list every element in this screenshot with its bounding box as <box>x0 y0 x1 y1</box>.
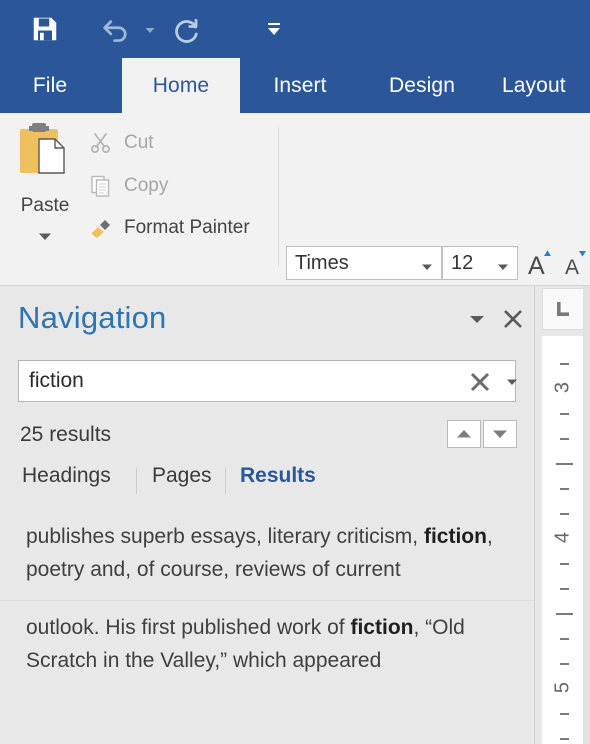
navigation-tab-strip: Headings Pages Results <box>0 464 534 504</box>
tab-separator <box>225 468 226 494</box>
grow-font-icon[interactable]: A <box>524 247 554 280</box>
page-title: Navigation <box>18 300 167 335</box>
vertical-ruler-column: 3 4 5 <box>535 286 590 744</box>
font-name-input[interactable]: Times <box>286 246 442 280</box>
save-icon[interactable] <box>26 10 64 48</box>
result-snippet: outlook. His first published work of fic… <box>26 611 506 677</box>
font-size-value: 12 <box>451 252 474 274</box>
result-before: publishes superb essays, literary critic… <box>26 525 424 548</box>
left-tab-stop-icon[interactable] <box>542 288 584 330</box>
shrink-font-icon[interactable]: A <box>560 247 590 279</box>
cut-label: Cut <box>124 132 154 153</box>
ruler-tick <box>560 588 569 590</box>
vertical-scrollbar[interactable] <box>583 286 590 744</box>
ruler-tick <box>560 638 569 640</box>
search-input-value: fiction <box>29 369 84 392</box>
ruler-tick <box>560 563 569 565</box>
ruler-tick <box>560 438 569 440</box>
tab-insert[interactable]: Insert <box>246 58 354 113</box>
tab-file[interactable]: File <box>14 58 86 113</box>
ruler-label: 3 <box>551 381 574 394</box>
chevron-down-icon[interactable] <box>421 259 433 270</box>
ruler-tick <box>560 363 569 365</box>
ruler-tick <box>560 738 569 740</box>
clear-x-icon[interactable] <box>467 369 493 395</box>
ribbon-body: Paste Cut Copy Format Painter Times 12 A… <box>0 113 590 386</box>
copy-pages-icon <box>86 173 116 199</box>
next-result-button[interactable] <box>483 420 517 448</box>
group-separator <box>278 127 279 267</box>
ruler-tick <box>560 513 569 515</box>
tab-pages[interactable]: Pages <box>152 464 212 488</box>
tab-file-label: File <box>32 73 68 97</box>
chevron-down-icon[interactable] <box>497 259 509 270</box>
navigation-pane: Navigation fiction 25 results Headings P… <box>0 286 535 744</box>
ruler-tick <box>560 488 569 490</box>
tab-layout[interactable]: Layout <box>490 58 590 113</box>
scissors-icon <box>86 130 116 156</box>
result-match: fiction <box>423 525 487 548</box>
quick-access-toolbar <box>0 0 590 58</box>
copy-label: Copy <box>124 175 169 196</box>
tab-headings[interactable]: Headings <box>22 464 111 488</box>
undo-icon[interactable] <box>96 10 138 48</box>
ruler-tick <box>556 613 573 615</box>
search-results-list[interactable]: publishes superb essays, literary critic… <box>0 510 534 744</box>
ruler-tick <box>556 463 573 465</box>
result-snippet: publishes superb essays, literary critic… <box>26 520 506 586</box>
list-item[interactable]: publishes superb essays, literary critic… <box>0 510 534 600</box>
result-before: outlook. His first published work of <box>26 616 351 639</box>
previous-result-button[interactable] <box>447 420 481 448</box>
font-size-input[interactable]: 12 <box>442 246 518 280</box>
font-name-value: Times <box>295 252 349 274</box>
redo-icon[interactable] <box>166 10 206 48</box>
ruler-tick <box>560 713 569 715</box>
undo-dropdown-icon[interactable] <box>144 23 156 35</box>
tab-results[interactable]: Results <box>240 464 316 488</box>
ruler-tick <box>560 413 569 415</box>
svg-text:A: A <box>565 256 579 279</box>
result-match: fiction <box>350 616 414 639</box>
search-options-icon[interactable] <box>505 375 519 387</box>
list-item[interactable]: outlook. His first published work of fic… <box>0 600 534 691</box>
copy-button[interactable]: Copy <box>86 171 168 201</box>
tab-design-label: Design <box>389 73 455 97</box>
format-painter-label: Format Painter <box>124 217 250 238</box>
paste-label: Paste <box>20 195 70 216</box>
results-count: 25 results <box>20 423 112 446</box>
customize-quick-access-icon[interactable] <box>258 14 290 44</box>
ribbon-tab-strip: File Home Insert Design Layout <box>0 58 590 113</box>
tab-home[interactable]: Home <box>122 58 240 113</box>
tab-home-label: Home <box>152 73 210 97</box>
close-icon[interactable] <box>500 306 526 332</box>
paintbrush-icon <box>86 215 116 241</box>
cut-button[interactable]: Cut <box>86 128 154 158</box>
word-window: File Home Insert Design Layout Paste Cut… <box>0 0 590 744</box>
ruler-label: 5 <box>551 681 574 694</box>
ruler-tick <box>560 663 569 665</box>
vertical-ruler[interactable]: 3 4 5 <box>542 336 584 744</box>
chevron-down-icon[interactable] <box>36 229 54 241</box>
tab-layout-label: Layout <box>502 73 566 97</box>
chevron-down-icon[interactable] <box>466 310 488 328</box>
svg-text:A: A <box>528 252 545 279</box>
paste-button[interactable]: Paste <box>8 119 82 249</box>
search-input[interactable]: fiction <box>18 360 519 402</box>
format-painter-button[interactable]: Format Painter <box>86 213 250 243</box>
tab-design[interactable]: Design <box>364 58 480 113</box>
tab-insert-label: Insert <box>273 73 327 97</box>
tab-separator <box>136 468 137 494</box>
ruler-label: 4 <box>551 531 574 544</box>
